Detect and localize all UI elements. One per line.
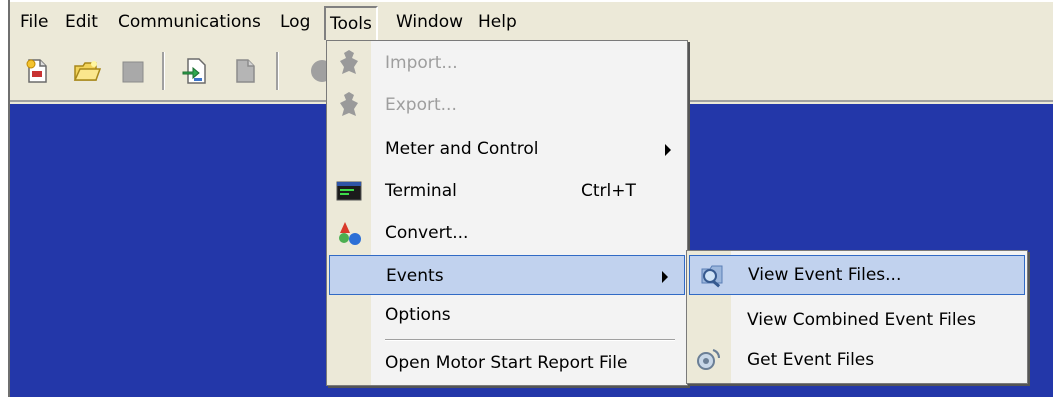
menu-help[interactable]: Help (478, 10, 517, 34)
menu-item-events[interactable]: Events (329, 255, 685, 295)
submenu-item-get-event-files[interactable]: Get Event Files (687, 339, 1027, 381)
menu-item-label: Meter and Control (385, 139, 539, 159)
menu-item-open-motor-start-report[interactable]: Open Motor Start Report File (327, 343, 687, 383)
menu-item-terminal[interactable]: Terminal Ctrl+T (327, 171, 687, 211)
menu-tools[interactable]: Tools (324, 6, 378, 40)
submenu-item-label: View Event Files... (748, 265, 902, 285)
export-icon (340, 92, 358, 116)
submenu-item-view-combined-event-files[interactable]: View Combined Event Files (687, 299, 1027, 341)
get-events-icon (697, 349, 720, 370)
toolbar-separator (276, 52, 279, 90)
menu-item-export[interactable]: Export... (327, 85, 687, 125)
menu-item-label: Options (385, 305, 451, 325)
menu-item-label: Convert... (385, 223, 469, 243)
menu-separator (385, 339, 675, 341)
menu-item-label: Open Motor Start Report File (385, 353, 628, 373)
menu-item-convert[interactable]: Convert... (327, 213, 687, 253)
menu-log[interactable]: Log (280, 10, 310, 34)
new-file-icon[interactable] (22, 56, 52, 86)
submenu-arrow-icon (662, 271, 668, 283)
submenu-item-label: View Combined Event Files (747, 310, 976, 330)
window-left-edge (0, 0, 8, 397)
toolbar-separator (162, 52, 165, 90)
convert-icon (339, 222, 361, 245)
submenu-item-view-event-files[interactable]: View Event Files... (689, 255, 1025, 295)
menu-item-label: Events (386, 266, 444, 286)
view-events-icon (701, 265, 723, 288)
document-icon[interactable] (230, 56, 260, 86)
menu-item-import[interactable]: Import... (327, 43, 687, 83)
menu-item-options[interactable]: Options (327, 295, 687, 335)
submenu-item-label: Get Event Files (747, 350, 875, 370)
menu-window[interactable]: Window (396, 10, 463, 34)
import-doc-icon[interactable] (180, 56, 210, 86)
stop-icon[interactable] (118, 56, 148, 86)
menu-bar: File Edit Communications Log Tools Windo… (10, 2, 1053, 40)
menu-item-shortcut: Ctrl+T (581, 181, 636, 201)
menu-communications[interactable]: Communications (118, 10, 261, 34)
import-icon (340, 50, 358, 74)
menu-edit[interactable]: Edit (65, 10, 98, 34)
events-submenu: View Event Files... View Combined Event … (686, 250, 1028, 384)
tools-menu-dropdown: Import... Export... Meter and Control Te… (326, 40, 688, 386)
submenu-arrow-icon (665, 144, 671, 156)
menu-item-label: Terminal (385, 181, 457, 201)
menu-item-meter-and-control[interactable]: Meter and Control (327, 129, 687, 169)
open-folder-icon[interactable] (72, 56, 102, 86)
menu-item-label: Import... (385, 53, 458, 73)
terminal-icon (336, 181, 362, 201)
menu-file[interactable]: File (20, 10, 48, 34)
menu-item-label: Export... (385, 95, 457, 115)
